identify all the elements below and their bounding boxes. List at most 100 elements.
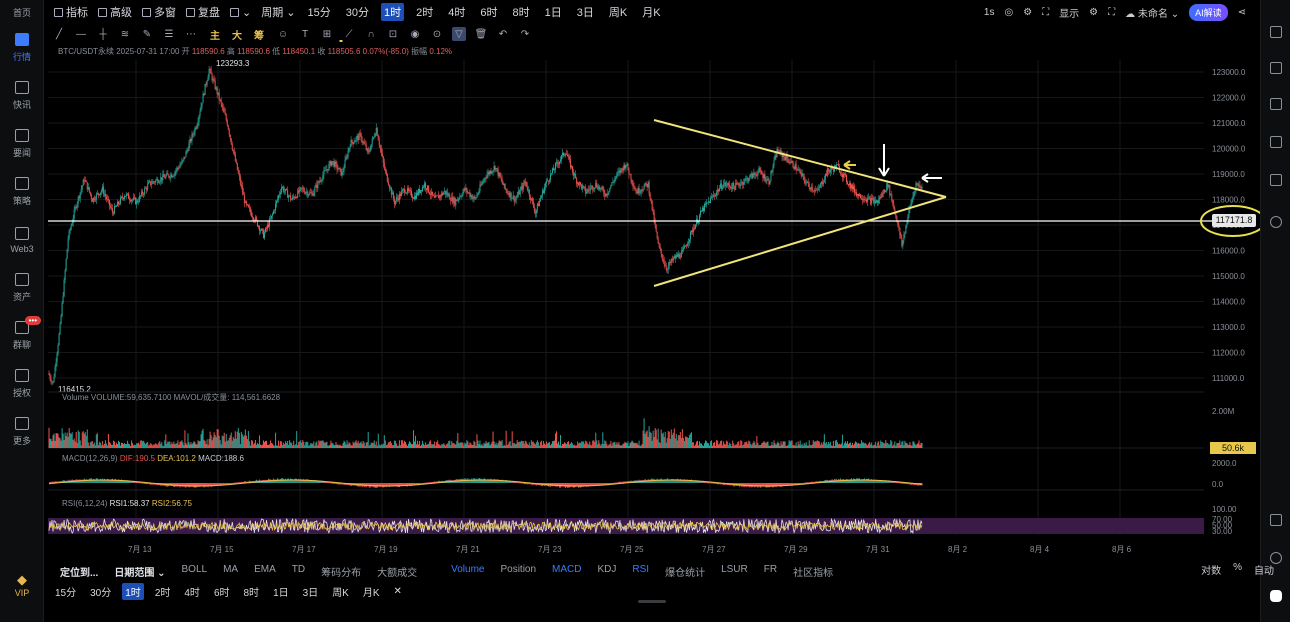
message-icon[interactable] [1270,136,1282,148]
text-tool-icon[interactable]: T [298,27,312,41]
line-tool-icon[interactable]: ╱ [52,27,66,41]
interval-select[interactable]: 1s [984,7,995,18]
indicator-tab-8[interactable]: MACD [552,564,581,579]
filter-icon[interactable]: ▽ [452,27,466,41]
tf-1[interactable]: 30分 [343,3,372,21]
fullscreen-icon[interactable]: ⛶ [1108,7,1115,18]
smile-icon[interactable]: ☺ [276,27,290,41]
indicator-tab-9[interactable]: KDJ [598,564,617,579]
pin-icon[interactable]: ⊙ [430,27,444,41]
indicator-tab-10[interactable]: RSI [632,564,649,579]
auto-scale-toggle[interactable]: 自动 [1254,562,1274,577]
measure-icon[interactable]: ⊞ [320,27,334,41]
indicator-tab-5[interactable]: 大额成交 [377,564,417,579]
indicator-tab-13[interactable]: FR [764,564,777,579]
indicator-tab-7[interactable]: Position [500,564,536,579]
close-icon[interactable]: ✕ [391,585,405,598]
trash-icon[interactable]: 🗑 [474,27,488,41]
bottom-tf-4[interactable]: 4时 [181,583,203,600]
bottom-tf-0[interactable]: 15分 [52,583,79,600]
eye-icon[interactable]: ◉ [408,27,422,41]
sidebar-item-1[interactable]: 行情 [0,24,44,72]
sidebar-item-4[interactable]: 策略 [0,168,44,216]
cloud-account[interactable]: ☁ 未命名 ⌄ [1125,5,1179,20]
period-dropdown[interactable]: 周期 ⌄ [261,4,295,20]
tf-6[interactable]: 8时 [510,3,533,21]
bottom-tf-1[interactable]: 30分 [87,583,114,600]
brush-tool-icon[interactable]: ✎ [140,27,154,41]
hline-tool-icon[interactable]: — [74,27,88,41]
expand-icon[interactable]: ⛶ [1042,7,1049,18]
sidebar-item-9[interactable]: 更多 [0,408,44,456]
sidebar-item-0[interactable]: 首页 [0,0,44,24]
fib-tool-icon[interactable]: ☰ [162,27,176,41]
camera-icon[interactable]: ◎ [1004,7,1013,18]
sidebar-item-8[interactable]: 授权 [0,360,44,408]
wallet-icon[interactable] [1270,62,1282,74]
sidebar-item-2[interactable]: 快讯 [0,72,44,120]
undo-icon[interactable]: ↶ [496,27,510,41]
locate-button[interactable]: 定位到... [60,564,98,579]
ruler-icon[interactable]: ⟋ [342,27,356,41]
tf-4[interactable]: 4时 [445,3,468,21]
sidebar-item-6[interactable]: 资产 [0,264,44,312]
bottom-tf-3[interactable]: 2时 [152,583,174,600]
bottom-tf-5[interactable]: 6时 [211,583,233,600]
log-scale-toggle[interactable]: 对数 [1201,562,1221,577]
tf-2[interactable]: 1时 [381,3,405,21]
layers-icon[interactable] [1270,174,1282,186]
indicator-tab-3[interactable]: TD [292,564,305,579]
indicator-tab-0[interactable]: BOLL [182,564,208,579]
more-tools-icon[interactable]: ⋯ [184,27,198,41]
replay-button[interactable]: 复盘 [186,4,220,20]
sidebar-item-3[interactable]: 要闻 [0,120,44,168]
bottom-tf-10[interactable]: 月K [360,583,383,600]
ray-tool-icon[interactable]: ┼ [96,27,110,41]
chip-toggle[interactable]: 筹 [254,27,264,42]
display-button[interactable]: 显示 [1059,5,1079,20]
tf-10[interactable]: 月K [639,3,663,21]
multi-window-button[interactable]: 多窗 [142,4,176,20]
bottom-tf-8[interactable]: 3日 [300,583,322,600]
indicator-tab-6[interactable]: Volume [451,564,484,579]
share-icon[interactable]: ⋖ [1238,7,1246,18]
tf-0[interactable]: 15分 [305,3,334,21]
indicator-tab-1[interactable]: MA [223,564,238,579]
bottom-tf-7[interactable]: 1日 [270,583,292,600]
magnet-icon[interactable]: ∩ [364,27,378,41]
settings-icon[interactable] [1270,216,1282,228]
tf-5[interactable]: 6时 [477,3,500,21]
bottom-tf-2[interactable]: 1时 [122,582,144,600]
indicator-tab-14[interactable]: 社区指标 [793,564,833,579]
percent-scale-toggle[interactable]: % [1233,562,1242,577]
sidebar-item-7[interactable]: 群聊 ••• [0,312,44,360]
document-icon[interactable] [1270,26,1282,38]
tf-3[interactable]: 2时 [413,3,436,21]
advanced-button[interactable]: 高级 [98,4,132,20]
bottom-tf-6[interactable]: 8时 [241,583,263,600]
indicator-tab-11[interactable]: 爆仓统计 [665,564,705,579]
tf-9[interactable]: 周K [606,3,630,21]
tf-8[interactable]: 3日 [574,3,597,21]
settings-icon[interactable]: ⚙ [1089,7,1098,18]
sidebar-item-5[interactable]: Web3 [0,216,44,264]
layout-icon[interactable] [1270,514,1282,526]
vip-button[interactable]: ◆ VIP [0,572,44,598]
indicator-tab-4[interactable]: 筹码分布 [321,564,361,579]
robot-icon[interactable] [1270,590,1282,602]
price-chart[interactable]: 123000.0122000.0121000.0120000.0119000.0… [44,40,1260,562]
tf-7[interactable]: 1日 [542,3,565,21]
lock-icon[interactable]: ⊡ [386,27,400,41]
bottom-tf-9[interactable]: 周K [329,583,352,600]
chart-icon[interactable] [1270,98,1282,110]
channel-tool-icon[interactable]: ≋ [118,27,132,41]
redo-icon[interactable]: ↷ [518,27,532,41]
horizontal-scrollbar[interactable] [638,600,666,603]
indicator-tab-12[interactable]: LSUR [721,564,748,579]
chart-type-button[interactable]: ⌄ [230,6,251,19]
big-order-toggle[interactable]: 大 [232,27,242,42]
date-range-dropdown[interactable]: 日期范围 ⌄ [114,564,165,579]
indicator-button[interactable]: 指标 [54,4,88,20]
main-force-toggle[interactable]: 主 [210,27,220,42]
ai-button[interactable]: AI解读 [1189,3,1228,21]
